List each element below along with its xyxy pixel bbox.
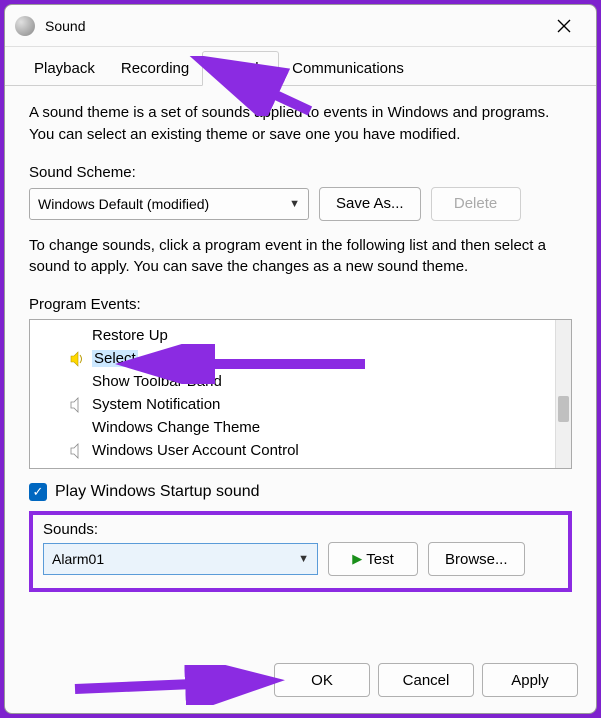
tab-communications[interactable]: Communications	[279, 51, 417, 85]
scroll-thumb[interactable]	[558, 396, 569, 422]
ok-button[interactable]: OK	[274, 663, 370, 697]
apply-button[interactable]: Apply	[482, 663, 578, 697]
chevron-down-icon: ▼	[289, 198, 300, 210]
scheme-value: Windows Default (modified)	[38, 196, 209, 212]
speaker-icon	[70, 443, 86, 459]
tab-playback[interactable]: Playback	[21, 51, 108, 85]
sounds-highlight-box: Sounds: Alarm01 ▼ ▶ Test Browse...	[29, 511, 572, 592]
save-as-button[interactable]: Save As...	[319, 187, 421, 221]
scheme-select[interactable]: Windows Default (modified) ▼	[29, 188, 309, 220]
chevron-down-icon: ▼	[298, 553, 309, 565]
test-button[interactable]: ▶ Test	[328, 542, 418, 576]
sounds-select[interactable]: Alarm01 ▼	[43, 543, 318, 575]
list-item[interactable]: System Notification	[30, 393, 555, 416]
window-title: Sound	[45, 18, 85, 34]
titlebar: Sound	[5, 5, 596, 47]
speaker-icon	[70, 397, 86, 413]
events-description: To change sounds, click a program event …	[29, 235, 572, 279]
close-button[interactable]	[542, 5, 586, 47]
tab-content: A sound theme is a set of sounds applied…	[5, 86, 596, 652]
startup-sound-checkbox[interactable]: ✓	[29, 483, 47, 501]
sound-dialog: Sound Playback Recording Sounds Communic…	[4, 4, 597, 714]
browse-button[interactable]: Browse...	[428, 542, 525, 576]
events-label: Program Events:	[29, 296, 572, 313]
list-item[interactable]: Windows User Account Control	[30, 439, 555, 462]
close-icon	[557, 19, 571, 33]
list-item[interactable]: Windows Change Theme	[30, 416, 555, 439]
theme-description: A sound theme is a set of sounds applied…	[29, 102, 572, 146]
list-item[interactable]: Restore Up	[30, 324, 555, 347]
sound-icon	[15, 16, 35, 36]
delete-button: Delete	[431, 187, 521, 221]
list-item[interactable]: Select	[30, 347, 555, 370]
tab-recording[interactable]: Recording	[108, 51, 202, 85]
scheme-label: Sound Scheme:	[29, 164, 572, 181]
tab-sounds[interactable]: Sounds	[202, 51, 279, 86]
play-icon: ▶	[352, 551, 362, 567]
startup-sound-label: Play Windows Startup sound	[55, 483, 260, 501]
program-events-list[interactable]: Restore Up Select Show Toolbar Band Syst…	[29, 319, 572, 469]
sounds-label: Sounds:	[43, 521, 558, 538]
tabstrip: Playback Recording Sounds Communications	[5, 51, 596, 86]
scrollbar[interactable]	[555, 320, 571, 468]
dialog-footer: OK Cancel Apply	[5, 652, 596, 713]
cancel-button[interactable]: Cancel	[378, 663, 474, 697]
list-item[interactable]: Show Toolbar Band	[30, 370, 555, 393]
speaker-icon	[70, 351, 86, 367]
sounds-value: Alarm01	[52, 551, 104, 567]
